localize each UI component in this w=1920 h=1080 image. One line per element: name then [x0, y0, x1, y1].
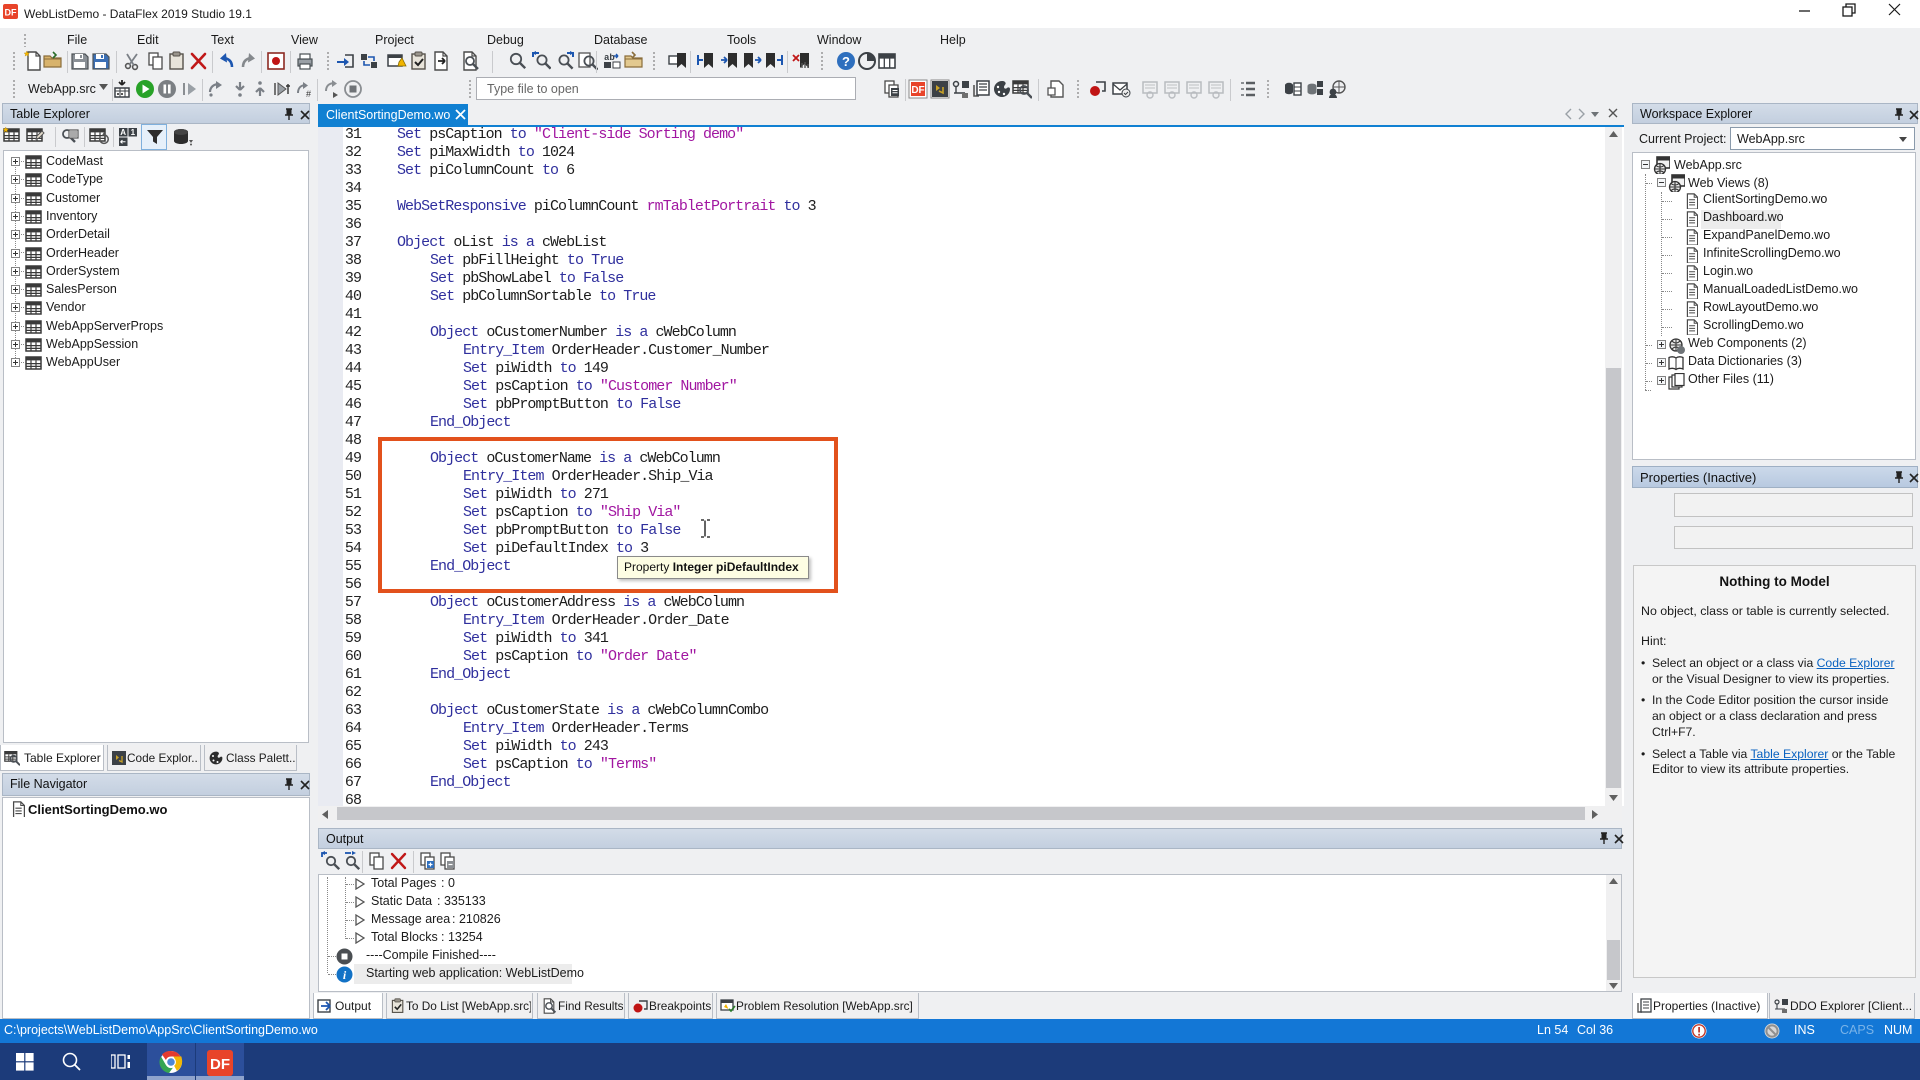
svg-text:DF: DF	[5, 8, 17, 18]
svg-text:DF: DF	[911, 85, 924, 96]
svg-text:?: ?	[842, 54, 850, 69]
svg-text:#: #	[306, 89, 311, 99]
svg-text:1: 1	[131, 128, 136, 137]
svg-text:DF: DF	[210, 1056, 230, 1073]
svg-text:A: A	[120, 128, 126, 137]
